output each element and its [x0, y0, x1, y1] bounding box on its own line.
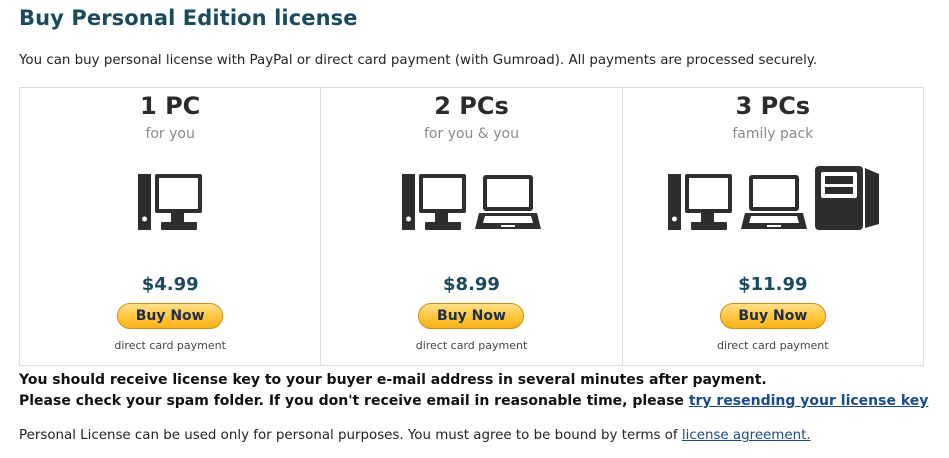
tower-icon — [814, 166, 879, 230]
plan-price: $8.99 — [443, 274, 500, 295]
payment-note: direct card payment — [415, 339, 528, 352]
buy-now-button[interactable]: Buy Now — [117, 303, 224, 329]
plan-subtitle: for you — [145, 126, 195, 142]
license-agreement-link[interactable]: license agreement. — [682, 428, 811, 443]
desktop-icon — [401, 174, 467, 230]
desktop-icon — [667, 174, 733, 230]
intro-text: You can buy personal license with PayPal… — [19, 53, 818, 68]
plan-icons — [321, 166, 621, 230]
plan-title: 2 PCs — [434, 92, 509, 120]
plan-subtitle: for you & you — [424, 126, 519, 142]
license-notice: You should receive license key to your b… — [19, 370, 928, 412]
plan-2pcs: 2 PCs for you & you $8.99 Buy Now direct… — [321, 88, 623, 365]
plan-1pc: 1 PC for you $4.99 Buy Now direct card p… — [20, 88, 322, 365]
plan-icons — [623, 166, 923, 230]
plan-price: $11.99 — [738, 274, 808, 295]
desktop-icon — [137, 174, 203, 230]
plan-title: 1 PC — [140, 92, 201, 120]
plan-subtitle: family pack — [732, 126, 814, 142]
plans-table: 1 PC for you $4.99 Buy Now direct card p… — [19, 87, 924, 366]
plan-title: 3 PCs — [735, 92, 811, 120]
buy-now-button[interactable]: Buy Now — [418, 303, 525, 329]
plan-price: $4.99 — [141, 274, 199, 295]
plan-3pcs: 3 PCs family pack $11.99 Buy Now direct … — [623, 88, 923, 365]
payment-note: direct card payment — [717, 339, 829, 352]
page-title: Buy Personal Edition license — [19, 6, 358, 30]
footer-label: Personal License can be used only for pe… — [19, 428, 682, 443]
footer-text: Personal License can be used only for pe… — [19, 428, 811, 443]
payment-note: direct card payment — [114, 339, 226, 352]
plan-icons — [20, 166, 320, 230]
laptop-icon — [740, 174, 807, 230]
notice-line-1: You should receive license key to your b… — [19, 372, 767, 388]
resend-license-link[interactable]: try resending your license key — [689, 393, 929, 409]
laptop-icon — [475, 174, 542, 230]
buy-now-button[interactable]: Buy Now — [719, 303, 826, 329]
notice-line-2: Please check your spam folder. If you do… — [19, 393, 689, 409]
